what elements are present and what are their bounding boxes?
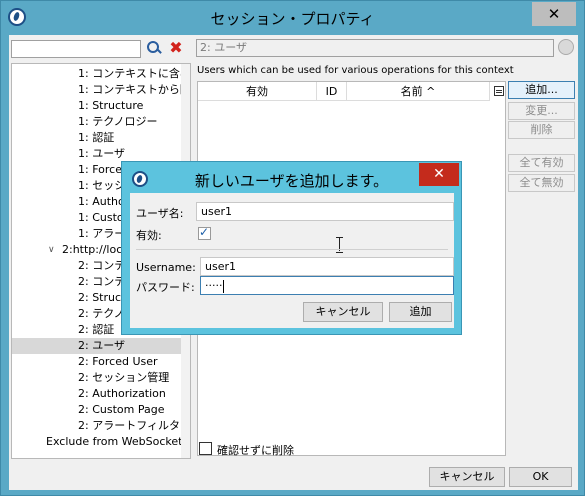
window-close-button[interactable]: ✕ [532,2,576,26]
username-input[interactable]: user1 [196,202,454,221]
add-user-dialog: 新しいユーザを追加します。 ✕ ユーザ名: user1 有効: ✓ Userna… [121,161,462,335]
tree-item[interactable]: 1: セッシ [78,178,125,194]
tree-item[interactable]: 2: テクノ [78,306,125,322]
dialog-body: ユーザ名: user1 有効: ✓ Username: user1 パスワード:… [130,193,454,328]
tree-item[interactable]: 1: アラー [78,226,125,242]
tree-item-selected[interactable]: 2: ユーザ [12,338,181,354]
window-title: セッション・プロパティ [210,10,375,28]
tree-item[interactable]: 1: Structure [78,98,143,114]
tree-item[interactable]: 2: セッション管理 [78,370,169,386]
help-icon[interactable] [558,39,574,55]
search-icon[interactable] [146,40,162,56]
tree-item[interactable]: Exclude from WebSockets [46,434,188,450]
confirm-remove-checkbox[interactable] [199,442,212,455]
enabled-label: 有効: [136,229,162,242]
tree-item[interactable]: 2: コンテ [78,274,125,290]
dialog-close-button[interactable]: ✕ [419,163,459,186]
tree-item[interactable]: 1: Custo [78,210,124,226]
password-value: ····· [205,279,223,292]
confirm-remove-label: 確認せずに削除 [217,444,294,457]
cancel-button[interactable]: キャンセル [429,467,505,487]
clear-icon[interactable]: ✖ [168,39,184,57]
cred-username-input[interactable]: user1 [200,257,454,276]
remove-user-button[interactable]: 削除 [508,121,575,139]
enabled-checkbox[interactable]: ✓ [198,225,211,240]
username-label: ユーザ名: [136,207,184,220]
checkmark-icon: ✓ [199,225,210,239]
panel-description: Users which can be used for various oper… [197,65,514,76]
tree-item[interactable]: 1: コンテキストに含め [78,66,190,82]
divider [136,249,448,250]
dialog-add-button[interactable]: 追加 [389,302,452,322]
password-input[interactable]: ····· [200,276,454,295]
tree-item[interactable]: 2: コンテ [78,258,125,274]
tree-item[interactable]: 1: 認証 [78,130,114,146]
column-header-id[interactable]: ID [317,82,347,101]
dialog-title: 新しいユーザを追加します。 [194,172,389,190]
tree-item[interactable]: 2: Forced User [78,354,158,370]
cred-username-label: Username: [136,261,196,274]
tree-item[interactable]: 1: テクノロジー [78,114,158,130]
tree-item[interactable]: 2: Authorization [78,386,166,402]
password-label: パスワード: [136,281,195,294]
enable-all-button[interactable]: 全て有効 [508,154,575,172]
expand-chevron-icon[interactable]: ∨ [48,245,55,255]
dialog-cancel-button[interactable]: キャンセル [303,302,383,322]
tree-item[interactable]: 2: アラートフィルター [78,418,190,434]
tree-item[interactable]: 1: ユーザ [78,146,125,162]
tree-item[interactable]: 1: コンテキストから除 [78,82,190,98]
tree-search-bar: ✖ [11,39,191,59]
add-user-button[interactable]: 追加... [508,81,575,99]
column-header-enabled[interactable]: 有効 [198,82,317,101]
edit-user-button[interactable]: 変更... [508,102,575,120]
title-bar[interactable]: セッション・プロパティ ✕ [1,1,584,35]
column-header-name[interactable]: 名前 ^ [347,82,490,101]
ok-button[interactable]: OK [509,467,572,487]
tree-item[interactable]: 2: Custom Page [78,402,164,418]
panel-header: 2: ユーザ [196,39,554,57]
tree-search-input[interactable] [11,40,141,58]
text-caret [223,279,225,293]
disable-all-button[interactable]: 全て無効 [508,174,575,192]
tree-item[interactable]: 2: 認証 [78,322,114,338]
column-chooser-icon[interactable] [494,86,504,96]
